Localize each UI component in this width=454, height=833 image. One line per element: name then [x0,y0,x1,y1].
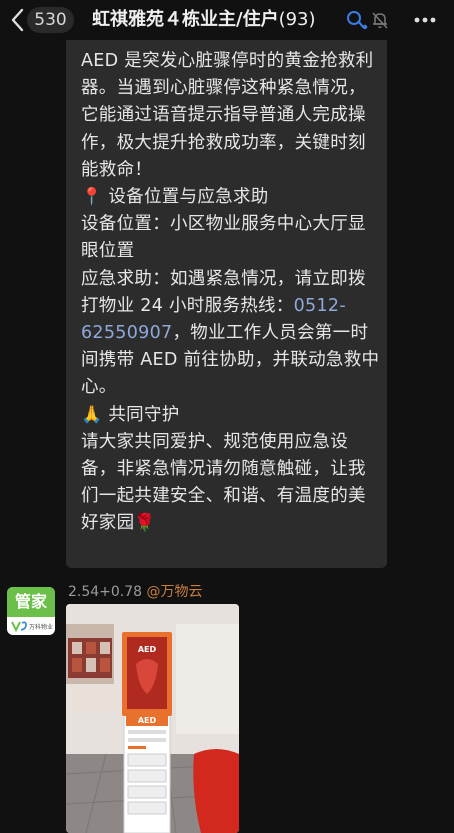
avatar-label: 管家 [7,587,55,617]
pray-icon: 🙏 [81,404,103,425]
group-name: 虹祺雅苑４栋业主/住户 [92,9,279,30]
avatar-brand: 万科物业 [29,623,53,631]
message-text: AED 是突发心脏骤停时的黄金抢救利器。当遇到心脏骤停这种紧急情况，它能通过语音… [81,48,381,538]
member-count: (93) [278,9,316,30]
avatar[interactable]: 管家 万科物业 [7,587,55,635]
vanke-logo-icon: 万科物业 [11,621,53,633]
message-closing: 请大家共同爱护、规范使用应急设备，非紧急情况请勿随意触碰，让我们一起共建安全、和… [81,431,366,534]
message-heading-location: 📍 设备位置与应急求助 [81,187,269,208]
aed-stand-label: AED [138,716,157,725]
message-location: 设备位置：小区物业服务中心大厅显眼位置 [81,214,366,262]
message-heading-guard: 🙏 共同守护 [81,404,180,425]
message-paragraph: AED 是突发心脏骤停时的黄金抢救利器。当遇到心脏骤停这种紧急情况，它能通过语音… [81,51,374,180]
rose-icon: 🌹 [134,513,156,534]
group-title[interactable]: 虹祺雅苑４栋业主/住户(93) [92,7,316,33]
more-icon[interactable] [412,9,438,31]
aed-photo[interactable]: AED AED [66,604,239,833]
sender-name: 2.54+0.78 @万物云 [68,584,203,600]
message-emergency: 应急求助：如遇紧急情况，请立即拨打物业 24 小时服务热线：0512-62550… [81,268,380,398]
chat-header: 530 虹祺雅苑４栋业主/住户(93) [0,0,454,40]
voice-record-icon[interactable] [346,10,368,30]
pin-icon: 📍 [81,187,103,208]
aed-cabinet-label: AED [138,645,157,654]
mention-tag: @万物云 [146,584,203,600]
mute-bell-icon [372,12,388,29]
unread-count-badge[interactable]: 530 [27,7,74,33]
aed-photo-image: AED AED [66,604,239,833]
chevron-left-icon[interactable] [8,6,28,34]
